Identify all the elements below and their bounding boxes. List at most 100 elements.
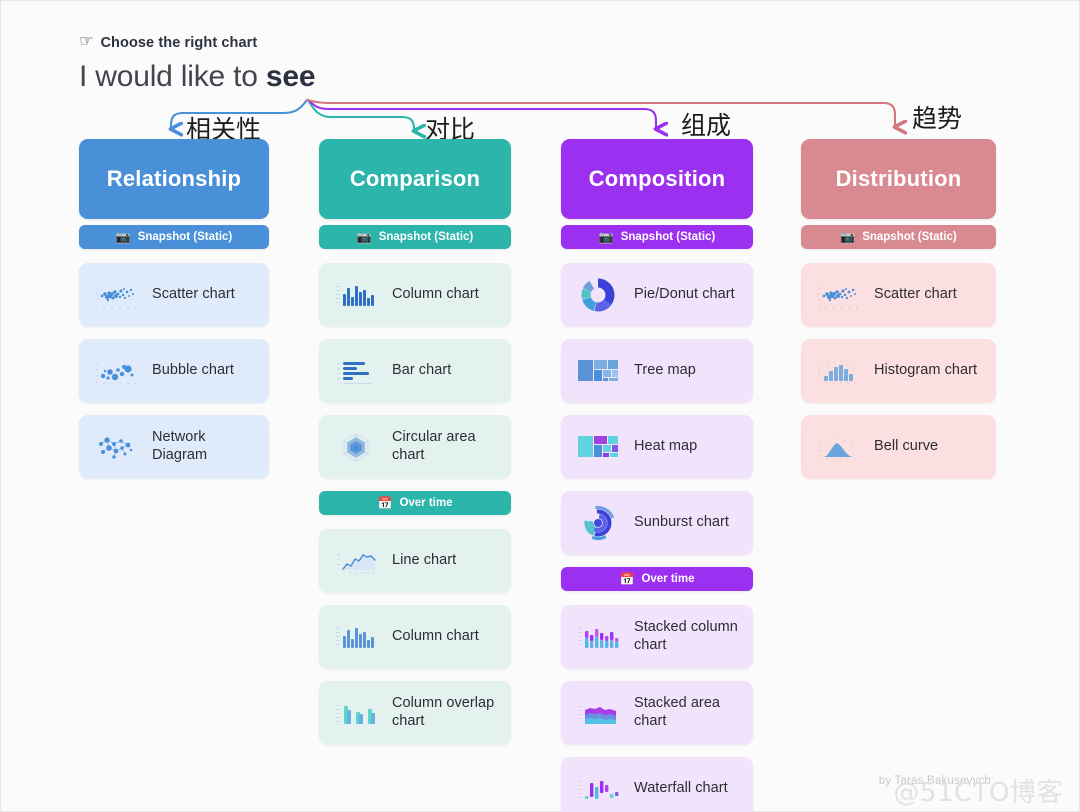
badge-label: Over time (399, 497, 453, 509)
bubble-chart-icon (93, 354, 139, 388)
page-title-emphasis: see (265, 60, 316, 93)
watermark: @51CTO博客 (893, 778, 1063, 808)
chart-card-bubble[interactable]: Bubble chart (79, 339, 269, 403)
chart-card-waterfall[interactable]: Waterfall chart (561, 757, 753, 812)
chart-card-line[interactable]: Line chart (319, 529, 511, 593)
histogram-chart-icon (815, 354, 861, 388)
chart-card-label: Scatter chart (152, 286, 235, 303)
chart-card-label: Bubble chart (152, 362, 235, 379)
chart-card-label: Tree map (634, 362, 696, 379)
chart-card-scatter[interactable]: Scatter chart (801, 263, 996, 327)
badge-label: Snapshot (Static) (862, 231, 957, 243)
badge-label: Snapshot (Static) (620, 231, 716, 243)
heat-map-icon (575, 430, 621, 464)
chart-card-label: Bell curve (874, 438, 939, 455)
column-title-relationship[interactable]: Relationship (79, 139, 269, 219)
network-diagram-icon (93, 430, 139, 464)
chart-card-label: Stacked area chart (634, 695, 721, 729)
category-column-composition: Composition 📷 Snapshot (Static) Pie/Donu… (561, 139, 753, 812)
chart-card-tree-map[interactable]: Tree map (561, 339, 753, 403)
badge-snapshot-comparison[interactable]: 📷 Snapshot (Static) (319, 225, 511, 249)
card-group-snapshot: Column chart Bar chart Circular area cha… (319, 263, 511, 479)
scatter-chart-icon (93, 278, 139, 312)
chart-card-stacked-column[interactable]: Stacked column chart (561, 605, 753, 669)
chart-card-scatter[interactable]: Scatter chart (79, 263, 269, 327)
chart-card-label: Scatter chart (874, 286, 957, 303)
chart-card-label: Stacked column chart (634, 619, 738, 653)
chart-card-label: Heat map (634, 438, 698, 455)
page-header: ☞ Choose the right chart I would like to… (79, 33, 316, 94)
header-kicker: ☞ Choose the right chart (79, 33, 315, 52)
chart-card-label: Histogram chart (874, 362, 978, 379)
calendar-clock-icon: 📅 (619, 572, 635, 586)
pointing-hand-icon: ☞ (79, 33, 94, 50)
camera-icon: 📷 (840, 230, 856, 244)
connector-comparison (306, 98, 414, 131)
chart-card-label: Sunburst chart (634, 514, 729, 531)
line-chart-icon (333, 544, 379, 578)
card-group-snapshot: Scatter chart Bubble chart Network Diagr… (79, 263, 269, 479)
connector-distribution (305, 98, 895, 127)
infographic-page: ☞ Choose the right chart I would like to… (0, 0, 1080, 812)
badge-snapshot-distribution[interactable]: 📷 Snapshot (Static) (801, 225, 996, 249)
chart-card-label: Bar chart (392, 362, 452, 379)
chart-card-label: Column overlap chart (392, 695, 495, 729)
chart-card-label: Circular area chart (392, 429, 476, 463)
column-title-composition[interactable]: Composition (561, 139, 753, 219)
column-overlap-chart-icon (333, 696, 379, 730)
chart-card-label: Network Diagram (152, 429, 208, 463)
chart-card-bar[interactable]: Bar chart (319, 339, 511, 403)
card-group-over-time: Stacked column chart Stacked area chart (561, 605, 753, 812)
chart-card-sunburst[interactable]: Sunburst chart (561, 491, 753, 555)
badge-label: Over time (641, 573, 695, 585)
camera-icon: 📷 (115, 230, 131, 244)
tree-map-icon (575, 354, 621, 388)
waterfall-chart-icon (575, 772, 621, 806)
column-title-distribution[interactable]: Distribution (801, 139, 996, 219)
calendar-clock-icon: 📅 (377, 496, 393, 510)
radar-chart-icon (333, 430, 379, 464)
bell-curve-icon (815, 430, 861, 464)
connector-label-composition: 组成 (681, 111, 732, 140)
chart-card-column-overlap[interactable]: Column overlap chart (319, 681, 511, 745)
column-title-comparison[interactable]: Comparison (319, 139, 511, 219)
connector-label-distribution: 趋势 (912, 104, 963, 133)
camera-icon: 📷 (598, 230, 614, 244)
connector-composition (306, 98, 656, 129)
card-group-snapshot: Scatter chart Histogram chart Bell curve (801, 263, 996, 479)
badge-snapshot-composition[interactable]: 📷 Snapshot (Static) (561, 225, 753, 249)
stacked-column-chart-icon (575, 620, 621, 654)
stacked-area-chart-icon (575, 696, 621, 730)
chart-card-label: Column chart (392, 286, 479, 303)
column-chart-icon (333, 278, 379, 312)
badge-over-time-comparison[interactable]: 📅 Over time (319, 491, 511, 515)
chart-card-heat-map[interactable]: Heat map (561, 415, 753, 479)
chart-card-network-diagram[interactable]: Network Diagram (79, 415, 269, 479)
badge-label: Snapshot (Static) (378, 231, 474, 243)
camera-icon: 📷 (356, 230, 372, 244)
scatter-chart-icon (815, 278, 861, 312)
badge-snapshot-relationship[interactable]: 📷 Snapshot (Static) (79, 225, 269, 249)
sunburst-chart-icon (575, 506, 621, 540)
chart-card-pie-donut[interactable]: Pie/Donut chart (561, 263, 753, 327)
header-kicker-label: Choose the right chart (100, 35, 258, 51)
chart-card-label: Column chart (392, 628, 479, 645)
category-column-distribution: Distribution 📷 Snapshot (Static) Scatter… (801, 139, 996, 491)
chart-card-column-over-time[interactable]: Column chart (319, 605, 511, 669)
badge-over-time-composition[interactable]: 📅 Over time (561, 567, 753, 591)
page-title-plain: I would like to (79, 60, 266, 93)
chart-card-label: Waterfall chart (634, 780, 728, 797)
chart-card-circular-area[interactable]: Circular area chart (319, 415, 511, 479)
card-group-over-time: Line chart Column chart Column overlap c… (319, 529, 511, 745)
category-column-comparison: Comparison 📷 Snapshot (Static) Column ch… (319, 139, 511, 757)
chart-card-stacked-area[interactable]: Stacked area chart (561, 681, 753, 745)
category-column-relationship: Relationship 📷 Snapshot (Static) Scatter… (79, 139, 269, 491)
chart-card-column[interactable]: Column chart (319, 263, 511, 327)
page-title: I would like to see (79, 60, 316, 94)
chart-card-bell-curve[interactable]: Bell curve (801, 415, 996, 479)
card-group-snapshot: Pie/Donut chart Tree map Heat map Sunbur… (561, 263, 753, 555)
chart-card-histogram[interactable]: Histogram chart (801, 339, 996, 403)
bar-chart-icon (333, 354, 379, 388)
badge-label: Snapshot (Static) (137, 231, 233, 243)
chart-card-label: Line chart (392, 552, 457, 569)
